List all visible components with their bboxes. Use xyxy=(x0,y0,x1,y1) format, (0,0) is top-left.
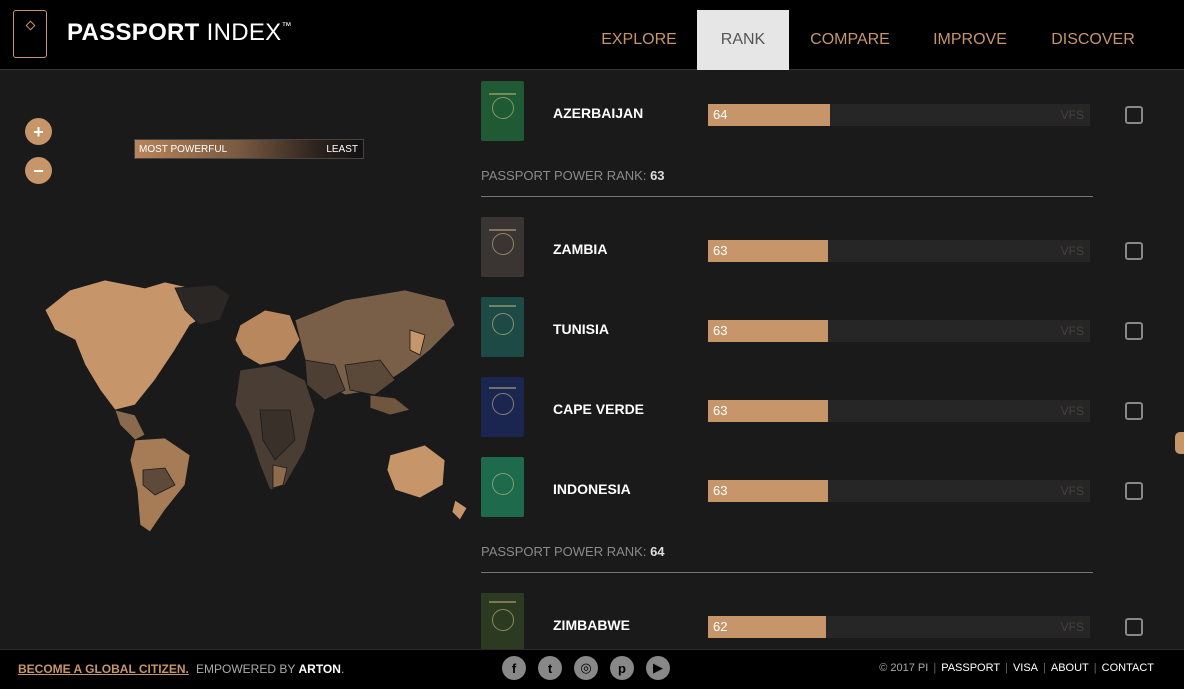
score-value: 64 xyxy=(713,107,728,122)
logo-passport-icon[interactable] xyxy=(13,10,47,58)
instagram-icon[interactable]: ◎ xyxy=(574,656,598,680)
list-item[interactable]: AZERBAIJAN 64 VFS xyxy=(470,81,1174,141)
score-bar: 63 VFS xyxy=(708,480,1090,502)
score-value: 63 xyxy=(713,403,728,418)
country-name: INDONESIA xyxy=(553,481,631,497)
legend-least-label: LEAST xyxy=(326,144,358,155)
zoom-in-button[interactable]: + xyxy=(25,118,52,145)
footer-link-visa[interactable]: VISA xyxy=(1013,662,1038,674)
nav-discover[interactable]: DISCOVER xyxy=(1043,10,1143,70)
map-europe xyxy=(234,309,301,366)
country-name: CAPE VERDE xyxy=(553,401,645,417)
country-name: ZIMBABWE xyxy=(553,617,630,633)
logo-text[interactable]: PASSPORT INDEX™ xyxy=(67,19,292,47)
footer: BECOME A GLOBAL CITIZEN. EMPOWERED BY AR… xyxy=(0,649,1184,689)
score-bar: 63 VFS xyxy=(708,320,1090,342)
pinterest-icon[interactable]: p xyxy=(610,656,634,680)
footer-links: © 2017 PI | PASSPORT | VISA | ABOUT | CONTACT xyxy=(879,662,1154,674)
legend-most-label: MOST POWERFUL xyxy=(139,144,228,155)
twitter-icon[interactable]: t xyxy=(538,656,562,680)
country-name: ZAMBIA xyxy=(553,241,608,257)
rank-heading: PASSPORT POWER RANK: 63 xyxy=(481,168,665,183)
country-name: AZERBAIJAN xyxy=(553,105,644,121)
compare-checkbox[interactable] xyxy=(1125,242,1143,260)
passport-cover-image xyxy=(481,377,524,437)
list-item[interactable]: ZIMBABWE 62 VFS xyxy=(470,593,1174,649)
nav-rank[interactable]: RANK xyxy=(697,10,789,70)
nav-explore[interactable]: EXPLORE xyxy=(589,10,689,70)
divider xyxy=(481,572,1093,573)
vfs-label: VFS xyxy=(1060,620,1084,634)
footer-link-contact[interactable]: CONTACT xyxy=(1102,662,1154,674)
vfs-label: VFS xyxy=(1060,484,1084,498)
map-central-america xyxy=(114,409,146,441)
scrollbar-thumb[interactable] xyxy=(1175,432,1184,454)
list-item[interactable]: INDONESIA 63 VFS xyxy=(470,457,1174,517)
divider xyxy=(481,196,1093,197)
power-legend: MOST POWERFUL LEAST xyxy=(134,139,364,159)
passport-cover-image xyxy=(481,217,524,277)
become-citizen-link[interactable]: BECOME A GLOBAL CITIZEN. xyxy=(18,662,189,676)
footer-link-passport[interactable]: PASSPORT xyxy=(941,662,1000,674)
compare-checkbox[interactable] xyxy=(1125,618,1143,636)
vfs-label: VFS xyxy=(1060,244,1084,258)
score-value: 63 xyxy=(713,323,728,338)
zoom-out-button[interactable]: − xyxy=(25,157,52,184)
list-item[interactable]: ZAMBIA 63 VFS xyxy=(470,217,1174,277)
rank-list: AZERBAIJAN 64 VFS PASSPORT POWER RANK: 6… xyxy=(470,70,1174,649)
rank-heading: PASSPORT POWER RANK: 64 xyxy=(481,544,665,559)
passport-cover-image xyxy=(481,593,524,649)
copyright: © 2017 PI xyxy=(879,662,929,674)
score-value: 63 xyxy=(713,243,728,258)
passport-cover-image xyxy=(481,81,524,141)
nav-compare[interactable]: COMPARE xyxy=(800,10,900,70)
compare-checkbox[interactable] xyxy=(1125,482,1143,500)
arton-link[interactable]: ARTON xyxy=(298,662,340,676)
vfs-label: VFS xyxy=(1060,324,1084,338)
youtube-icon[interactable]: ▶ xyxy=(646,656,670,680)
compare-checkbox[interactable] xyxy=(1125,106,1143,124)
list-item[interactable]: CAPE VERDE 63 VFS xyxy=(470,377,1174,437)
nav-improve[interactable]: IMPROVE xyxy=(920,10,1020,70)
country-name: TUNISIA xyxy=(553,321,609,337)
score-bar: 63 VFS xyxy=(708,400,1090,422)
header: PASSPORT INDEX™ EXPLORE RANK COMPARE IMP… xyxy=(0,0,1184,70)
facebook-icon[interactable]: f xyxy=(502,656,526,680)
empowered-by-text: EMPOWERED BY ARTON. xyxy=(196,662,345,676)
map-australia xyxy=(386,444,446,499)
score-bar: 63 VFS xyxy=(708,240,1090,262)
score-bar: 64 VFS xyxy=(708,104,1090,126)
compare-checkbox[interactable] xyxy=(1125,322,1143,340)
score-bar: 62 VFS xyxy=(708,616,1090,638)
score-value: 63 xyxy=(713,483,728,498)
vfs-label: VFS xyxy=(1060,404,1084,418)
footer-link-about[interactable]: ABOUT xyxy=(1051,662,1089,674)
scrollbar-track[interactable] xyxy=(1174,70,1184,649)
compare-checkbox[interactable] xyxy=(1125,402,1143,420)
score-value: 62 xyxy=(713,619,728,634)
world-map[interactable] xyxy=(15,270,470,540)
page: { "header": { "logo_bold": "PASSPORT", "… xyxy=(0,0,1184,689)
list-item[interactable]: TUNISIA 63 VFS xyxy=(470,297,1174,357)
passport-cover-image xyxy=(481,457,524,517)
vfs-label: VFS xyxy=(1060,108,1084,122)
passport-cover-image xyxy=(481,297,524,357)
